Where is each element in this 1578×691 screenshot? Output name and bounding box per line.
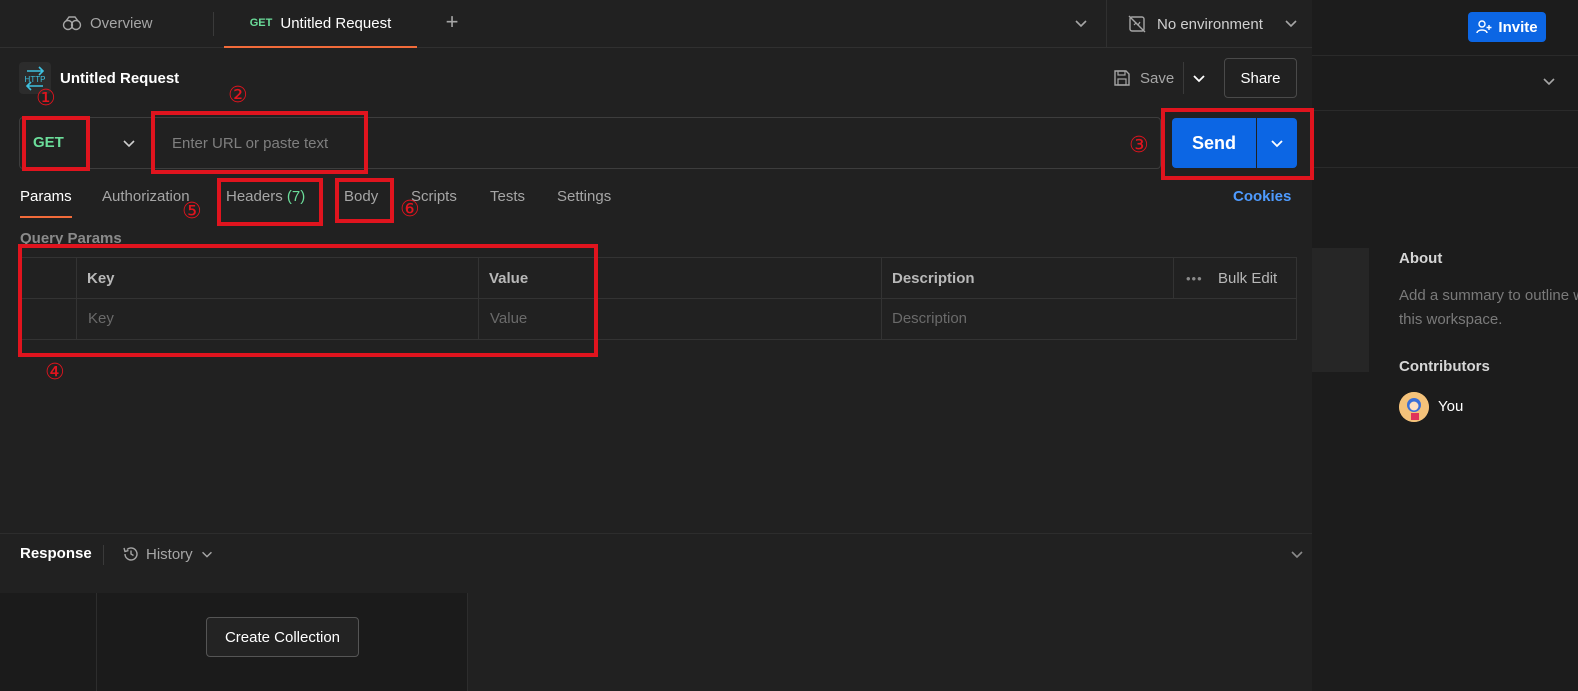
tab-authorization[interactable]: Authorization: [102, 188, 190, 218]
avatar-icon: [1399, 392, 1429, 422]
response-chevron-down-icon[interactable]: [1288, 545, 1306, 563]
tab-overview[interactable]: Overview: [62, 0, 153, 46]
about-heading: About: [1399, 250, 1443, 267]
tab-params[interactable]: Params: [20, 188, 72, 218]
contributors-heading: Contributors: [1399, 358, 1490, 375]
save-label: Save: [1140, 69, 1175, 87]
column-divider: [1173, 258, 1174, 299]
response-separator: [103, 545, 104, 565]
tabs-chevron-down-icon[interactable]: [1072, 14, 1090, 32]
no-environment-icon: [1128, 15, 1146, 33]
cookies-link[interactable]: Cookies: [1233, 188, 1291, 205]
pane-divider: [467, 593, 468, 691]
request-title[interactable]: Untitled Request: [60, 70, 179, 87]
history-label: History: [146, 545, 193, 563]
method-chevron-down-icon[interactable]: [120, 134, 138, 152]
annotation-number-2: ②: [228, 83, 248, 108]
description-input[interactable]: Description: [892, 310, 967, 327]
right-panel-chevron-down-icon[interactable]: [1540, 72, 1558, 90]
tab-tests[interactable]: Tests: [490, 188, 525, 218]
annotation-box-5: [217, 178, 323, 226]
create-collection-button[interactable]: Create Collection: [206, 617, 359, 657]
response-title: Response: [20, 545, 92, 562]
annotation-box-6: [335, 178, 394, 223]
tab-method-badge: GET: [249, 17, 273, 29]
annotation-box-1: [22, 116, 90, 171]
http-icon-label: HTTP: [25, 75, 46, 84]
add-user-icon: [1476, 20, 1492, 34]
annotation-box-4: [18, 244, 598, 357]
environment-label: No environment: [1157, 15, 1263, 33]
about-summary-line1: Add a summary to outline what's this: [1399, 287, 1578, 304]
right-panel-section: [1312, 111, 1578, 168]
bulk-edit-button[interactable]: Bulk Edit: [1218, 270, 1277, 287]
tab-title: Untitled Request: [280, 14, 392, 32]
annotation-number-3: ③: [1129, 133, 1149, 158]
annotation-number-6: ⑥: [400, 197, 420, 222]
avatar: [1399, 392, 1429, 422]
history-chevron-down-icon: [201, 551, 212, 558]
save-icon: [1114, 70, 1130, 86]
overview-icon: [62, 16, 82, 31]
annotation-number-5: ⑤: [182, 199, 202, 224]
history-icon: [123, 547, 138, 561]
right-panel-sidebar-strip: [1312, 248, 1369, 372]
right-panel-section: [1312, 56, 1578, 111]
invite-button[interactable]: Invite: [1468, 12, 1546, 42]
annotation-box-3: [1161, 108, 1314, 180]
column-divider: [881, 258, 882, 339]
column-header-description: Description: [892, 270, 975, 287]
response-divider: [0, 533, 1312, 534]
environment-chevron-down-icon[interactable]: [1282, 14, 1300, 32]
pane-divider: [96, 593, 97, 691]
tab-divider: [213, 12, 214, 36]
save-button[interactable]: Save: [1112, 66, 1174, 90]
invite-label: Invite: [1498, 18, 1538, 36]
about-summary[interactable]: Add a summary to outline what's this thi…: [1399, 284, 1578, 332]
more-options-icon[interactable]: •••: [1186, 271, 1203, 286]
about-summary-line2: this workspace.: [1399, 311, 1503, 328]
annotation-box-2: [151, 111, 368, 174]
save-chevron-down-icon[interactable]: [1190, 69, 1208, 87]
annotation-number-4: ④: [45, 360, 65, 385]
new-tab-button[interactable]: +: [440, 10, 464, 34]
share-button[interactable]: Share: [1224, 58, 1297, 98]
save-divider: [1183, 62, 1184, 94]
tab-settings[interactable]: Settings: [557, 188, 611, 218]
contributor-name: You: [1438, 398, 1464, 415]
tab-overview-label: Overview: [90, 14, 153, 32]
annotation-number-1: ①: [36, 86, 56, 111]
tab-untitled-request[interactable]: GET Untitled Request: [224, 0, 417, 48]
history-dropdown[interactable]: History: [122, 545, 215, 563]
